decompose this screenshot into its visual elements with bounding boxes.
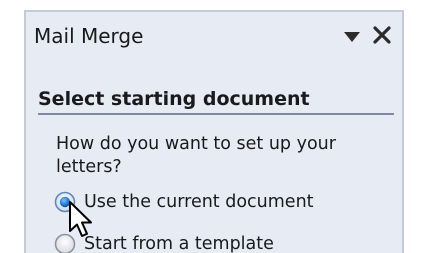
- mail-merge-pane: Mail Merge Select starting document How …: [24, 10, 404, 253]
- screenshot-stage: Mail Merge Select starting document How …: [0, 0, 422, 253]
- question-text: How do you want to set up your letters?: [56, 134, 336, 177]
- pane-title: Mail Merge: [34, 24, 144, 48]
- radio-selected-icon[interactable]: [54, 191, 76, 213]
- chevron-down-icon[interactable]: [342, 29, 362, 45]
- option-label: Use the current document: [84, 192, 314, 212]
- close-icon[interactable]: [370, 23, 394, 47]
- section-heading: Select starting document: [38, 88, 394, 115]
- option-label: Start from a template: [84, 234, 274, 253]
- pane-header: Mail Merge: [26, 12, 402, 56]
- radio-unselected-icon[interactable]: [54, 233, 76, 253]
